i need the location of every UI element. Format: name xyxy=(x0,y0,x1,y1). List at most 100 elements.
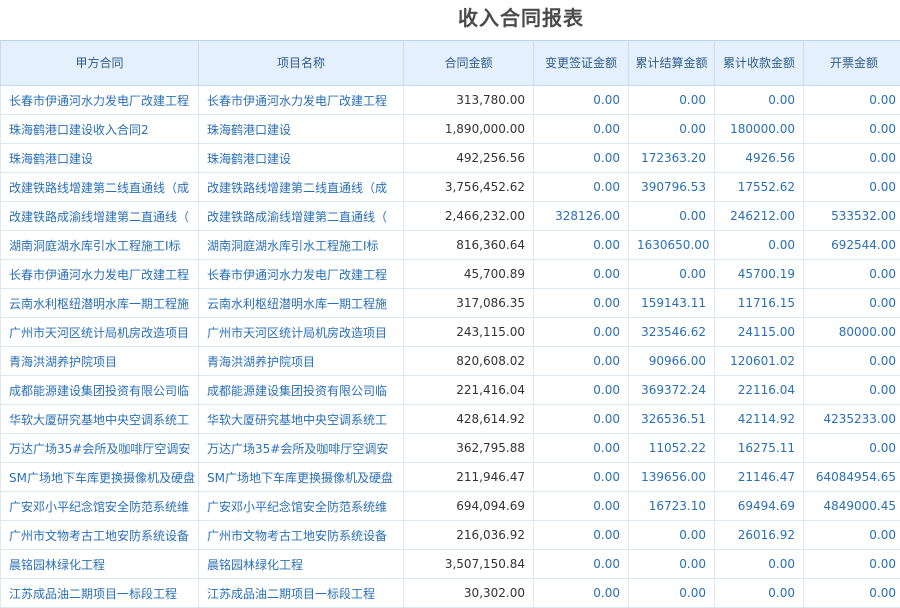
cell-invoice-amount[interactable]: 692544.00 xyxy=(804,231,900,260)
cell-contract-amount[interactable]: 428,614.92 xyxy=(404,405,534,434)
cell-cumulative-settlement[interactable]: 0.00 xyxy=(629,115,715,144)
table-row[interactable]: 万达广场35#会所及咖啡厅空调安万达广场35#会所及咖啡厅空调安362,795.… xyxy=(1,434,900,463)
cell-contract-amount[interactable]: 216,036.92 xyxy=(404,521,534,550)
cell-invoice-amount[interactable]: 0.00 xyxy=(804,521,900,550)
cell-cumulative-settlement[interactable]: 16723.10 xyxy=(629,492,715,521)
table-row[interactable]: 江苏成品油二期项目一标段工程江苏成品油二期项目一标段工程30,302.000.0… xyxy=(1,579,900,608)
cell-project-name[interactable]: 长春市伊通河水力发电厂改建工程 xyxy=(199,86,404,115)
cell-change-visa-amount[interactable]: 0.00 xyxy=(534,144,629,173)
cell-change-visa-amount[interactable]: 0.00 xyxy=(534,405,629,434)
table-row[interactable]: 改建铁路线增建第二线直通线（成改建铁路线增建第二线直通线（成3,756,452.… xyxy=(1,173,900,202)
cell-project-name[interactable]: 万达广场35#会所及咖啡厅空调安 xyxy=(199,434,404,463)
cell-cumulative-settlement[interactable]: 0.00 xyxy=(629,260,715,289)
col-header-project-name[interactable]: 项目名称 xyxy=(199,41,404,86)
cell-change-visa-amount[interactable]: 0.00 xyxy=(534,318,629,347)
cell-cumulative-settlement[interactable]: 0.00 xyxy=(629,521,715,550)
cell-contract-amount[interactable]: 2,466,232.00 xyxy=(404,202,534,231)
cell-change-visa-amount[interactable]: 0.00 xyxy=(534,463,629,492)
cell-contract-amount[interactable]: 820,608.02 xyxy=(404,347,534,376)
col-header-cumulative-receipt[interactable]: 累计收款金额 xyxy=(715,41,804,86)
cell-change-visa-amount[interactable]: 0.00 xyxy=(534,115,629,144)
cell-cumulative-settlement[interactable]: 0.00 xyxy=(629,86,715,115)
table-row[interactable]: 广州市天河区统计局机房改造项目广州市天河区统计局机房改造项目243,115.00… xyxy=(1,318,900,347)
table-row[interactable]: 珠海鹤港口建设珠海鹤港口建设492,256.560.00172363.20492… xyxy=(1,144,900,173)
cell-project-name[interactable]: 广安邓小平纪念馆安全防范系统维 xyxy=(199,492,404,521)
cell-change-visa-amount[interactable]: 0.00 xyxy=(534,347,629,376)
cell-project-name[interactable]: 江苏成品油二期项目一标段工程 xyxy=(199,579,404,608)
cell-cumulative-settlement[interactable]: 0.00 xyxy=(629,550,715,579)
cell-project-name[interactable]: 成都能源建设集团投资有限公司临 xyxy=(199,376,404,405)
cell-project-name[interactable]: SM广场地下车库更换摄像机及硬盘 xyxy=(199,463,404,492)
col-header-invoice-amount[interactable]: 开票金额 xyxy=(804,41,900,86)
cell-cumulative-receipt[interactable]: 0.00 xyxy=(715,86,804,115)
cell-party-a-contract[interactable]: 青海洪湖养护院项目 xyxy=(1,347,199,376)
table-row[interactable]: 改建铁路成渝线增建第二直通线（改建铁路成渝线增建第二直通线（2,466,232.… xyxy=(1,202,900,231)
cell-invoice-amount[interactable]: 0.00 xyxy=(804,173,900,202)
cell-change-visa-amount[interactable]: 0.00 xyxy=(534,579,629,608)
cell-party-a-contract[interactable]: 广州市天河区统计局机房改造项目 xyxy=(1,318,199,347)
table-row[interactable]: 长春市伊通河水力发电厂改建工程长春市伊通河水力发电厂改建工程45,700.890… xyxy=(1,260,900,289)
col-header-party-a-contract[interactable]: 甲方合同 xyxy=(1,41,199,86)
cell-party-a-contract[interactable]: 华软大厦研究基地中央空调系统工 xyxy=(1,405,199,434)
cell-party-a-contract[interactable]: 湖南洞庭湖水库引水工程施工I标 xyxy=(1,231,199,260)
cell-cumulative-receipt[interactable]: 26016.92 xyxy=(715,521,804,550)
cell-party-a-contract[interactable]: 江苏成品油二期项目一标段工程 xyxy=(1,579,199,608)
cell-contract-amount[interactable]: 211,946.47 xyxy=(404,463,534,492)
cell-cumulative-receipt[interactable]: 24115.00 xyxy=(715,318,804,347)
cell-cumulative-settlement[interactable]: 390796.53 xyxy=(629,173,715,202)
cell-cumulative-settlement[interactable]: 0.00 xyxy=(629,202,715,231)
cell-invoice-amount[interactable]: 0.00 xyxy=(804,115,900,144)
cell-invoice-amount[interactable]: 4235233.00 xyxy=(804,405,900,434)
cell-party-a-contract[interactable]: 广安邓小平纪念馆安全防范系统维 xyxy=(1,492,199,521)
cell-cumulative-receipt[interactable]: 0.00 xyxy=(715,550,804,579)
cell-contract-amount[interactable]: 313,780.00 xyxy=(404,86,534,115)
cell-contract-amount[interactable]: 317,086.35 xyxy=(404,289,534,318)
table-row[interactable]: 云南水利枢纽潜明水库一期工程施云南水利枢纽潜明水库一期工程施317,086.35… xyxy=(1,289,900,318)
cell-invoice-amount[interactable]: 80000.00 xyxy=(804,318,900,347)
cell-party-a-contract[interactable]: 晨铭园林绿化工程 xyxy=(1,550,199,579)
table-row[interactable]: 青海洪湖养护院项目青海洪湖养护院项目820,608.020.0090966.00… xyxy=(1,347,900,376)
cell-party-a-contract[interactable]: 万达广场35#会所及咖啡厅空调安 xyxy=(1,434,199,463)
cell-cumulative-settlement[interactable]: 139656.00 xyxy=(629,463,715,492)
cell-cumulative-settlement[interactable]: 369372.24 xyxy=(629,376,715,405)
cell-project-name[interactable]: 晨铭园林绿化工程 xyxy=(199,550,404,579)
cell-cumulative-receipt[interactable]: 0.00 xyxy=(715,231,804,260)
cell-invoice-amount[interactable]: 0.00 xyxy=(804,579,900,608)
cell-project-name[interactable]: 长春市伊通河水力发电厂改建工程 xyxy=(199,260,404,289)
cell-cumulative-receipt[interactable]: 21146.47 xyxy=(715,463,804,492)
table-row[interactable]: 珠海鹤港口建设收入合同2珠海鹤港口建设1,890,000.000.000.001… xyxy=(1,115,900,144)
table-row[interactable]: 华软大厦研究基地中央空调系统工华软大厦研究基地中央空调系统工428,614.92… xyxy=(1,405,900,434)
cell-cumulative-receipt[interactable]: 69494.69 xyxy=(715,492,804,521)
cell-cumulative-settlement[interactable]: 159143.11 xyxy=(629,289,715,318)
cell-project-name[interactable]: 广州市天河区统计局机房改造项目 xyxy=(199,318,404,347)
col-header-contract-amount[interactable]: 合同金额 xyxy=(404,41,534,86)
cell-change-visa-amount[interactable]: 0.00 xyxy=(534,434,629,463)
cell-contract-amount[interactable]: 694,094.69 xyxy=(404,492,534,521)
cell-invoice-amount[interactable]: 0.00 xyxy=(804,376,900,405)
cell-cumulative-receipt[interactable]: 180000.00 xyxy=(715,115,804,144)
table-row[interactable]: 成都能源建设集团投资有限公司临成都能源建设集团投资有限公司临221,416.04… xyxy=(1,376,900,405)
cell-project-name[interactable]: 改建铁路线增建第二线直通线（成 xyxy=(199,173,404,202)
cell-cumulative-receipt[interactable]: 246212.00 xyxy=(715,202,804,231)
cell-party-a-contract[interactable]: 改建铁路成渝线增建第二直通线（ xyxy=(1,202,199,231)
cell-invoice-amount[interactable]: 64084954.65 xyxy=(804,463,900,492)
cell-contract-amount[interactable]: 221,416.04 xyxy=(404,376,534,405)
cell-contract-amount[interactable]: 30,302.00 xyxy=(404,579,534,608)
cell-change-visa-amount[interactable]: 0.00 xyxy=(534,173,629,202)
cell-cumulative-settlement[interactable]: 172363.20 xyxy=(629,144,715,173)
cell-contract-amount[interactable]: 45,700.89 xyxy=(404,260,534,289)
cell-invoice-amount[interactable]: 533532.00 xyxy=(804,202,900,231)
cell-party-a-contract[interactable]: 珠海鹤港口建设收入合同2 xyxy=(1,115,199,144)
cell-party-a-contract[interactable]: 长春市伊通河水力发电厂改建工程 xyxy=(1,260,199,289)
cell-cumulative-settlement[interactable]: 1630650.00 xyxy=(629,231,715,260)
cell-invoice-amount[interactable]: 0.00 xyxy=(804,550,900,579)
cell-change-visa-amount[interactable]: 0.00 xyxy=(534,289,629,318)
cell-cumulative-receipt[interactable]: 45700.19 xyxy=(715,260,804,289)
cell-party-a-contract[interactable]: 成都能源建设集团投资有限公司临 xyxy=(1,376,199,405)
cell-project-name[interactable]: 云南水利枢纽潜明水库一期工程施 xyxy=(199,289,404,318)
cell-cumulative-receipt[interactable]: 120601.02 xyxy=(715,347,804,376)
cell-cumulative-receipt[interactable]: 17552.62 xyxy=(715,173,804,202)
cell-party-a-contract[interactable]: 云南水利枢纽潜明水库一期工程施 xyxy=(1,289,199,318)
cell-project-name[interactable]: 湖南洞庭湖水库引水工程施工I标 xyxy=(199,231,404,260)
cell-project-name[interactable]: 珠海鹤港口建设 xyxy=(199,115,404,144)
